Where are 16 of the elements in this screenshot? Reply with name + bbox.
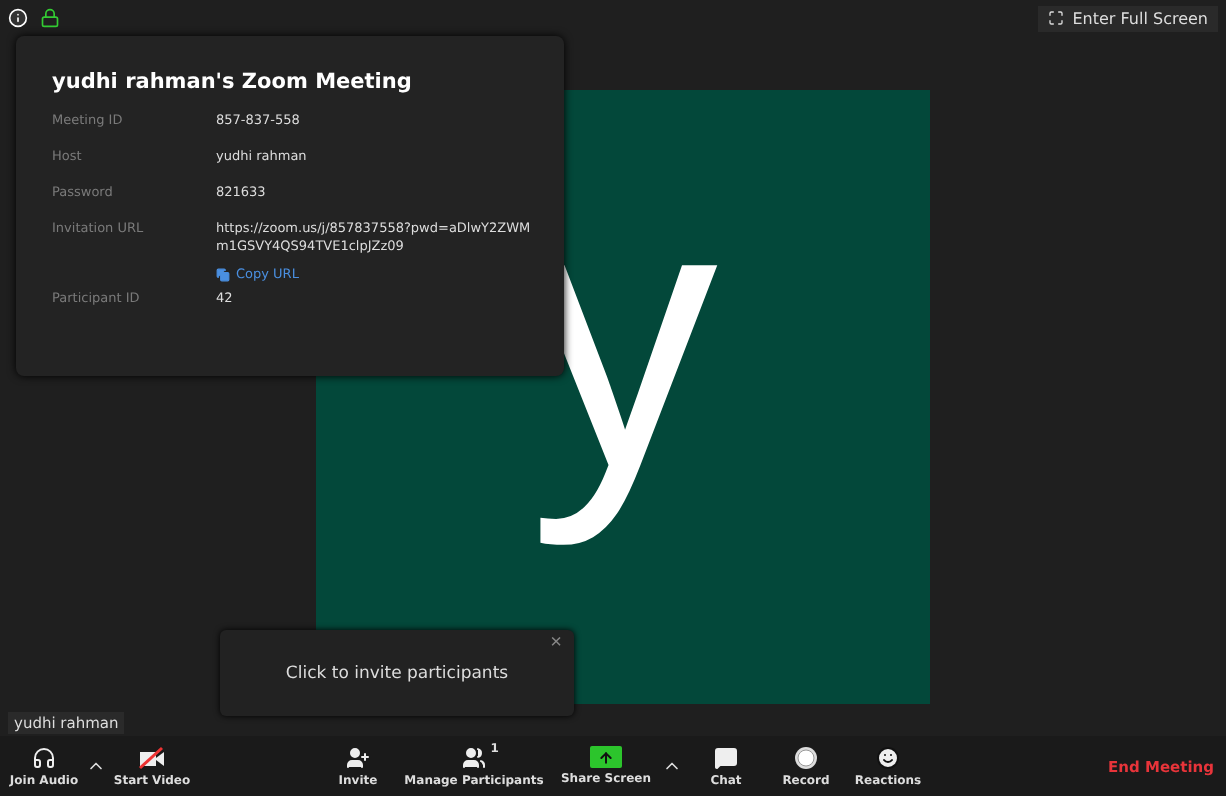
share-screen-icon [590,746,622,768]
smile-icon [876,745,900,769]
fullscreen-button[interactable]: Enter Full Screen [1038,5,1218,31]
tooltip-text: Click to invite participants [285,663,509,683]
record-icon [794,745,818,769]
close-button[interactable]: × [550,632,562,654]
meeting-title: yudhi rahman's Zoom Meeting [52,70,414,94]
chat-icon [714,745,738,769]
add-user-icon [346,745,370,769]
expand-icon [1048,10,1065,26]
participants-icon [462,745,486,769]
lock-icon[interactable] [40,8,60,28]
headphones-icon [32,745,56,769]
copy-icon [216,267,230,281]
info-icon[interactable] [8,8,28,28]
camera-off-icon [138,745,166,769]
